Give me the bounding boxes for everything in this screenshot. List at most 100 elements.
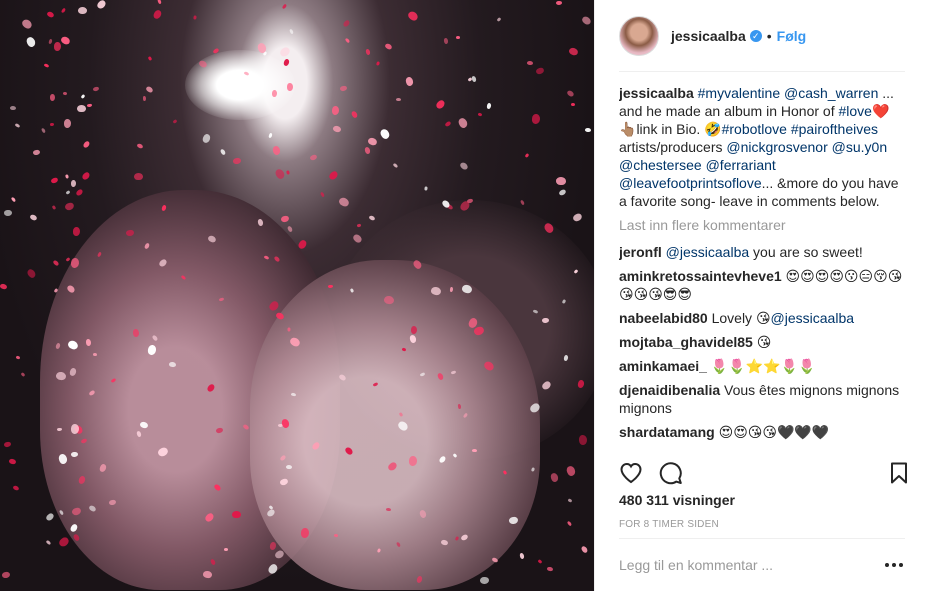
comment-item: aminkamaei_ 🌷🌷⭐⭐🌷🌷 [619,357,907,375]
comments-list[interactable]: jessicaalba #myvalentine @cash_warren ..… [619,84,907,450]
confetti-petal [443,37,449,45]
confetti-petal [268,132,273,139]
confetti-petal [566,89,575,98]
confetti-petal [10,196,17,203]
header-username[interactable]: jessicaalba [671,28,746,44]
confetti-petal [456,36,460,39]
confetti-petal [53,41,62,52]
confetti-petal [337,196,351,208]
confetti-petal [571,212,584,223]
confetti-petal [331,105,340,116]
caption-author[interactable]: jessicaalba [619,85,694,101]
confetti-petal [395,97,402,102]
confetti-petal [51,205,57,210]
confetti-petal [309,153,318,162]
mention-link[interactable]: @cash_warren [784,85,878,101]
confetti-petal [272,145,281,156]
confetti-petal [368,214,376,222]
post-video[interactable] [0,0,594,591]
confetti-petal [457,403,462,410]
comment-item: aminkretossaintevheve1 😍😍😍😍😗😑😚😘😘😘😘😎😎 [619,267,907,303]
confetti-petal [63,118,72,129]
confetti-petal [81,171,91,181]
view-count[interactable]: 480 311 visninger [619,492,735,508]
confetti-petal [70,179,77,188]
confetti-petal [392,162,399,169]
hashtag-link[interactable]: #robotlove [722,121,787,137]
comment-icon[interactable] [659,461,683,485]
confetti-petal [342,19,351,28]
confetti-petal [0,283,8,290]
mention-link[interactable]: @ferrariant [706,157,776,173]
confetti-petal [147,56,153,61]
confetti-petal [20,17,34,31]
follow-button[interactable]: Følg [777,28,807,44]
confetti-petal [152,8,163,21]
comment-item: mojtaba_ghavidel85 😘 [619,333,907,351]
confetti-petal [201,132,212,145]
comment-text: Lovely 😘 [707,310,771,326]
mention-link[interactable]: @nickgrosvenor [726,139,827,155]
more-options-icon[interactable] [885,563,905,567]
comment-item: jeronfl @jessicaalba you are so sweet! [619,243,907,261]
confetti-petal [14,122,21,129]
confetti-petal [578,434,588,446]
confetti-petal [72,226,81,237]
comment-username[interactable]: djenaidibenalia [619,382,720,398]
confetti-petal [520,199,525,206]
confetti-petal [32,149,41,156]
comment-text: 😘 [752,334,772,350]
avatar[interactable] [619,16,659,56]
confetti-petal [332,125,342,133]
confetti-petal [25,35,37,49]
mention-link[interactable]: @jessicaalba [771,310,854,326]
confetti-petal [289,28,294,35]
hashtag-link[interactable]: #pairoftheives [791,121,878,137]
mention-link[interactable]: @su.y0n [832,139,887,155]
confetti-petal [49,93,56,102]
confetti-petal [9,105,17,111]
heart-icon[interactable] [619,461,643,485]
comment-input[interactable]: Legg til en kommentar ... [619,557,773,573]
confetti-petal [457,116,469,130]
confetti-petal [46,10,55,19]
confetti-petal [29,213,38,222]
confetti-petal [566,520,573,527]
hashtag-link[interactable]: #myvalentine [698,85,781,101]
mention-link[interactable]: @chestersee [619,157,702,173]
confetti-petal [145,85,154,94]
pointing-up-emoji: 👆🏽 [619,121,637,137]
confetti-petal [15,355,21,360]
confetti-petal [82,140,91,149]
action-bar [615,458,911,488]
comment-username[interactable]: aminkretossaintevheve1 [619,268,782,284]
mention-link[interactable]: @leavefootprintsoflove [619,175,762,191]
comment-username[interactable]: shardatamang [619,424,715,440]
confetti-petal [496,17,502,22]
confetti-petal [580,14,593,27]
load-more-comments-link[interactable]: Last inn flere kommentarer [619,216,907,234]
comment-username[interactable]: jeronfl [619,244,662,260]
bookmark-icon[interactable] [887,461,911,485]
confetti-petal [280,215,290,223]
confetti-petal [367,136,378,147]
post-caption: jessicaalba #myvalentine @cash_warren ..… [619,84,907,210]
confetti-petal [136,142,144,150]
comment-username[interactable]: mojtaba_ghavidel85 [619,334,753,350]
confetti-petal [193,15,197,20]
confetti-petal [344,37,351,44]
confetti-petal [282,58,291,67]
confetti-petal [375,61,381,66]
confetti-petal [26,267,37,280]
confetti-petal [584,127,592,133]
post-timestamp[interactable]: FOR 8 TIMER SIDEN [619,519,719,530]
post-side-panel: jessicaalba ✓ • Følg jessicaalba #myvale… [594,0,925,591]
header-divider [619,71,905,72]
confetti-petal [524,153,530,158]
hashtag-link[interactable]: #love [838,103,871,119]
mention-link[interactable]: @jessicaalba [666,244,749,260]
confetti-petal [486,102,492,110]
comment-username[interactable]: aminkamaei_ [619,358,707,374]
comment-username[interactable]: nabeelabid80 [619,310,708,326]
confetti-petal [12,484,20,492]
